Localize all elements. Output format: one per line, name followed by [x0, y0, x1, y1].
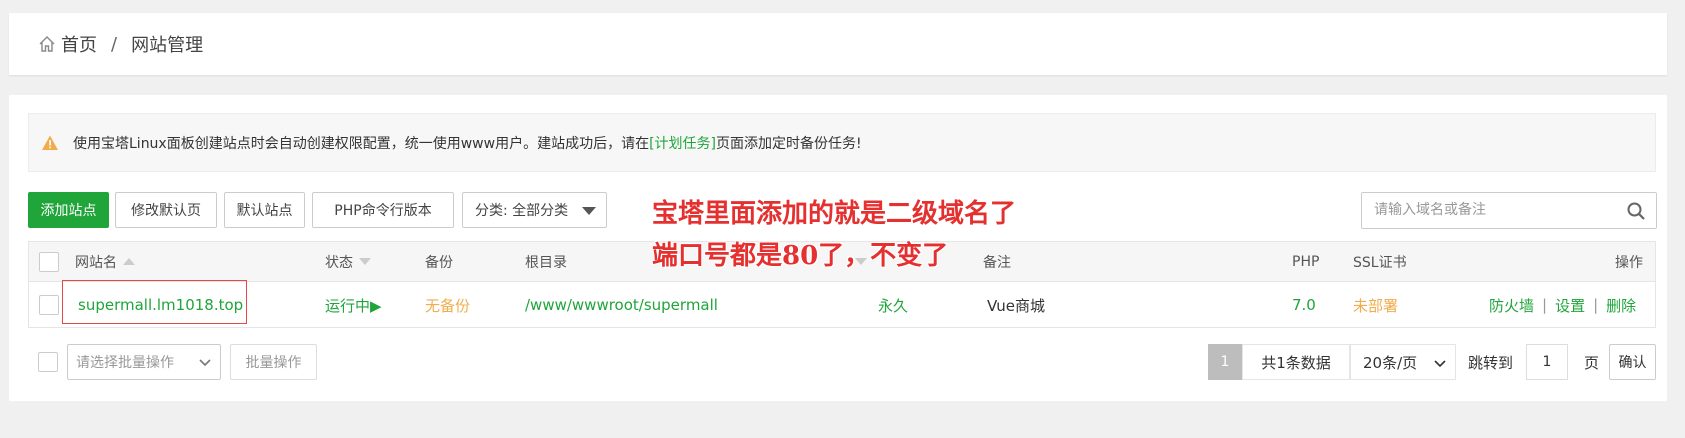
batch-operation-placeholder: 请选择批量操作	[76, 355, 174, 371]
table-row: supermall.lm1018.top 运行中▶ 无备份 /www/wwwro…	[29, 282, 1655, 328]
action-separator: |	[1593, 296, 1599, 314]
header-root: 根目录	[525, 254, 567, 271]
table-footer: 请选择批量操作 批量操作 1 共1条数据 20条/页 跳转到 1 页 确认	[28, 344, 1656, 380]
batch-operation-select[interactable]: 请选择批量操作	[67, 344, 221, 380]
chevron-down-icon	[1434, 360, 1446, 368]
page-size-value: 20条/页	[1363, 353, 1418, 372]
sort-desc-icon	[359, 258, 371, 265]
notice-text-after: 页面添加定时备份任务!	[716, 135, 862, 152]
search-icon[interactable]	[1626, 201, 1646, 221]
notice-text-before: 使用宝塔Linux面板创建站点时会自动创建权限配置，统一使用www用户。建站成功…	[73, 135, 650, 152]
site-name-highlight	[62, 280, 247, 324]
search-input[interactable]	[1362, 193, 1602, 227]
breadcrumb: 首页 / 网站管理	[9, 13, 1667, 75]
action-separator: |	[1542, 296, 1548, 314]
notice-banner: 使用宝塔Linux面板创建站点时会自动创建权限配置，统一使用www用户。建站成功…	[28, 113, 1656, 172]
remark-text[interactable]: Vue商城	[987, 282, 1045, 328]
page-size-select[interactable]: 20条/页	[1350, 344, 1456, 380]
header-status[interactable]: 状态	[325, 242, 371, 281]
settings-link[interactable]: 设置	[1555, 295, 1585, 316]
total-count: 共1条数据	[1242, 344, 1350, 380]
scheduled-task-link[interactable]: [计划任务]	[649, 133, 716, 153]
add-site-button[interactable]: 添加站点	[28, 192, 109, 228]
status-toggle[interactable]: 运行中▶	[325, 282, 382, 328]
sort-asc-icon	[123, 258, 135, 265]
page-unit-label: 页	[1584, 353, 1600, 372]
header-ssl: SSL证书	[1353, 254, 1407, 271]
confirm-jump-button[interactable]: 确认	[1609, 344, 1656, 380]
backup-link[interactable]: 无备份	[425, 282, 470, 328]
current-page[interactable]: 1	[1208, 344, 1242, 380]
category-select[interactable]: 分类: 全部分类	[462, 192, 607, 228]
caret-down-icon	[582, 207, 596, 215]
footer-select-all-checkbox[interactable]	[38, 352, 58, 372]
php-version-link[interactable]: 7.0	[1292, 282, 1316, 328]
breadcrumb-home[interactable]: 首页	[61, 31, 97, 57]
expire-link[interactable]: 永久	[878, 282, 908, 328]
ssl-status-link[interactable]: 未部署	[1353, 282, 1398, 328]
header-site-name[interactable]: 网站名	[75, 242, 135, 281]
annotation-line-1: 宝塔里面添加的就是二级域名了	[652, 199, 1017, 229]
row-checkbox[interactable]	[39, 295, 59, 315]
home-icon[interactable]	[37, 34, 57, 54]
breadcrumb-separator: /	[111, 33, 118, 55]
search-box	[1361, 192, 1657, 229]
category-select-value: 分类: 全部分类	[475, 203, 569, 219]
modify-default-page-button[interactable]: 修改默认页	[115, 192, 217, 228]
chevron-down-icon	[199, 359, 211, 367]
root-dir-link[interactable]: /www/wwwroot/supermall	[525, 282, 718, 328]
jump-label: 跳转到	[1468, 353, 1514, 372]
batch-operation-button[interactable]: 批量操作	[230, 344, 317, 380]
warning-icon	[42, 135, 58, 150]
header-php: PHP	[1292, 253, 1320, 270]
jump-page-input[interactable]: 1	[1526, 344, 1568, 380]
header-actions: 操作	[1615, 254, 1643, 271]
php-cli-version-button[interactable]: PHP命令行版本	[312, 192, 454, 228]
default-site-button[interactable]: 默认站点	[224, 192, 305, 228]
header-remark: 备注	[983, 254, 1011, 271]
annotation-line-2: 端口号都是80了，不变了	[652, 241, 949, 271]
header-backup: 备份	[425, 254, 453, 271]
firewall-link[interactable]: 防火墙	[1489, 295, 1534, 316]
site-management-panel: 使用宝塔Linux面板创建站点时会自动创建权限配置，统一使用www用户。建站成功…	[9, 95, 1667, 401]
breadcrumb-current: 网站管理	[131, 35, 204, 56]
delete-link[interactable]: 删除	[1606, 295, 1636, 316]
select-all-checkbox[interactable]	[39, 251, 59, 272]
